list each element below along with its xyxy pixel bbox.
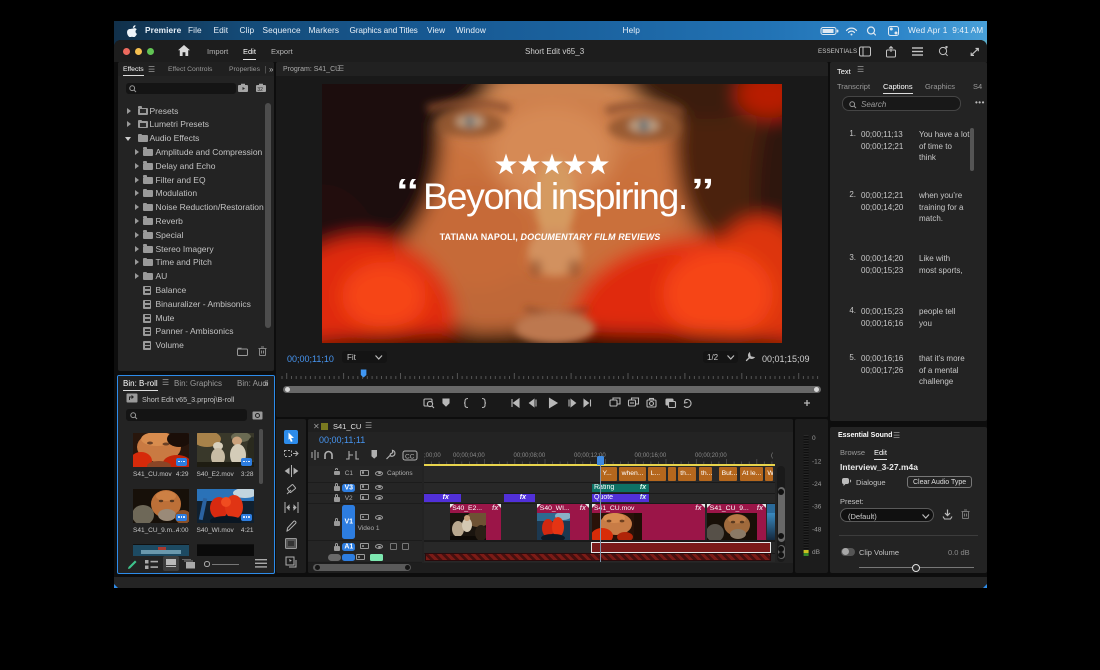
svg-text:dB: dB [812,549,820,556]
svg-text:(: ( [771,452,774,459]
svg-text:;00;00: ;00;00 [424,453,441,459]
svg-text:-36: -36 [812,504,822,511]
svg-text:00;00;20;00: 00;00;20;00 [695,453,727,459]
svg-text:00;00;16;00: 00;00;16;00 [635,453,667,459]
svg-text:00;00;04;00: 00;00;04;00 [453,453,485,459]
svg-text:-24: -24 [812,481,822,488]
svg-text:32: 32 [257,87,263,93]
svg-text:CC: CC [405,453,415,460]
svg-text:00;00;08;00: 00;00;08;00 [514,453,546,459]
svg-text:-12: -12 [812,459,822,466]
svg-text:0: 0 [812,435,816,442]
svg-text:-48: -48 [812,527,822,534]
